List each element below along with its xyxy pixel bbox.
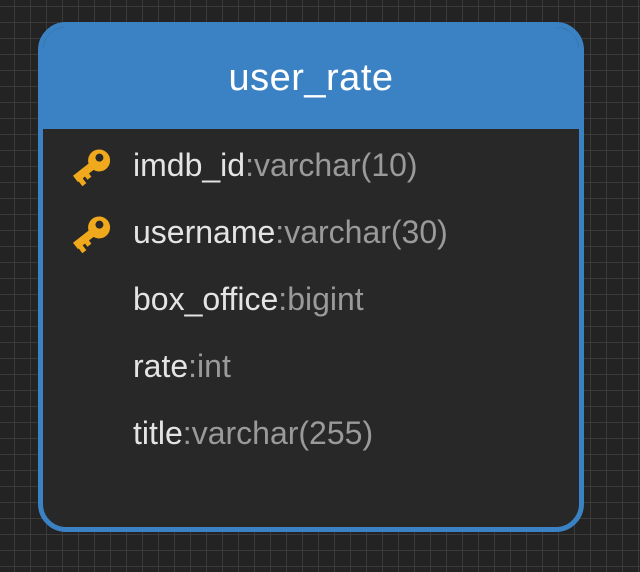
column-type: bigint [287,281,364,317]
column-row-title[interactable]: title: varchar(255) [43,400,579,467]
column-type: int [197,348,231,384]
column-name: username [133,214,276,250]
column-row-username[interactable]: username: varchar(30) [43,199,579,266]
key-slot-empty [43,333,133,400]
column-row-box-office[interactable]: box_office: bigint [43,266,579,333]
column-name: imdb_id [133,147,246,183]
column-row-rate[interactable]: rate: int [43,333,579,400]
column-list: imdb_id: varchar(10) username: varchar(3… [43,129,579,467]
column-type: varchar(30) [284,214,448,250]
column-separator: : [275,214,285,250]
table-title: user_rate [228,56,394,99]
key-slot-empty [43,266,133,333]
column-name: rate [133,348,189,384]
key-slot [43,132,133,199]
key-slot-empty [43,400,133,467]
column-type: varchar(10) [253,147,418,183]
column-name: title [133,415,183,451]
column-separator: : [182,415,192,451]
table-header[interactable]: user_rate [43,27,579,129]
column-type: varchar(255) [191,415,374,451]
table-card-user-rate[interactable]: user_rate imdb_id: varchar(10) username … [38,22,584,532]
column-separator: : [278,281,288,317]
column-separator: : [188,348,198,384]
column-row-imdb-id[interactable]: imdb_id: varchar(10) [43,132,579,199]
key-icon [72,216,111,254]
key-icon [72,149,111,187]
column-name: box_office [133,281,279,317]
key-slot [43,199,133,266]
column-separator: : [245,147,254,183]
